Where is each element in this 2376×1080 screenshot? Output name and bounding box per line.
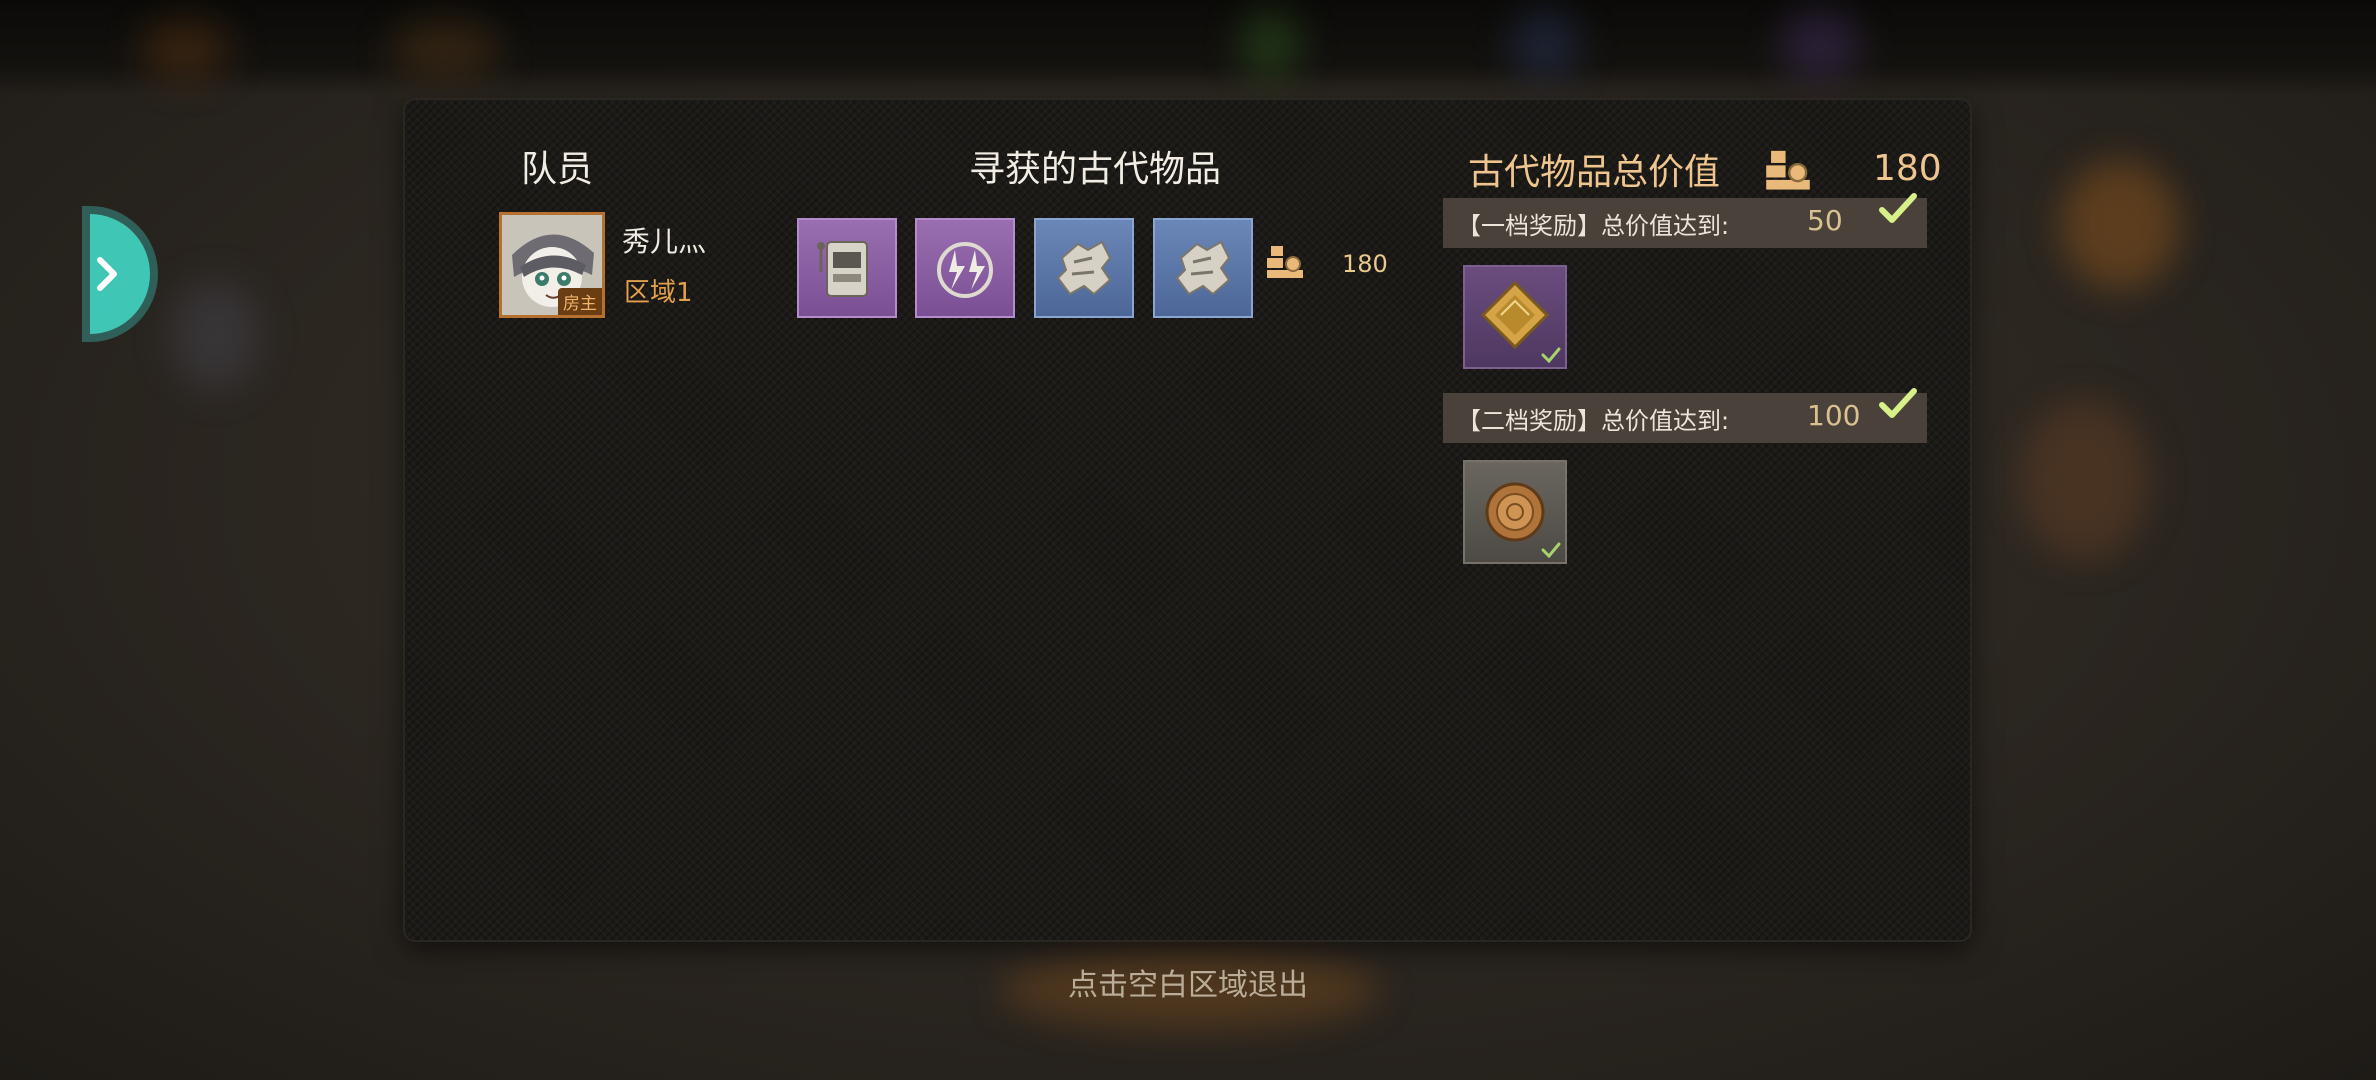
members-header: 队员 — [521, 149, 594, 190]
coin-stack-icon — [1267, 246, 1303, 278]
gear-fragment-icon — [1175, 240, 1231, 296]
tier-1-label: 【一档奖励】总价值达到: — [1457, 211, 1730, 240]
background-decoration — [1240, 10, 1300, 80]
found-item-slot[interactable] — [915, 218, 1015, 318]
background-decoration — [1780, 10, 1860, 80]
found-item-slot[interactable] — [1034, 218, 1134, 318]
check-icon — [1541, 542, 1561, 558]
member-name: 秀儿灬 — [622, 225, 707, 258]
member-zone: 区域1 — [624, 278, 693, 308]
tier-1-threshold: 50 — [1807, 204, 1843, 237]
tier-2-label: 【二档奖励】总价值达到: — [1457, 406, 1730, 435]
tier-2-reward-slot[interactable] — [1463, 460, 1567, 564]
found-items-value: 180 — [1342, 250, 1388, 278]
found-items-header: 寻获的古代物品 — [969, 149, 1222, 190]
top-bar-background — [0, 0, 2376, 95]
background-decoration — [1510, 10, 1580, 80]
tier-1-reward-slot[interactable] — [1463, 265, 1567, 369]
tier-2-threshold: 100 — [1807, 399, 1861, 432]
background-decoration — [2060, 160, 2180, 290]
chevron-right-icon — [97, 257, 117, 291]
host-badge: 房主 — [558, 288, 602, 315]
slot-machine-icon — [817, 241, 868, 297]
check-icon — [1879, 193, 1917, 223]
background-decoration — [2020, 400, 2150, 560]
tier-2-bar: 【二档奖励】总价值达到: 100 — [1443, 388, 1927, 443]
lightning-icon — [937, 242, 993, 298]
background-decoration — [140, 20, 230, 80]
avatar[interactable]: 房主 — [499, 212, 605, 318]
background-decoration — [170, 280, 260, 390]
total-value: 180 — [1873, 148, 1942, 189]
side-expand-button[interactable] — [90, 214, 150, 334]
found-item-slot[interactable] — [1153, 218, 1253, 318]
check-icon — [1541, 347, 1561, 363]
background-decoration — [390, 20, 500, 80]
total-value-title: 古代物品总价值 — [1468, 152, 1721, 193]
found-item-slot[interactable] — [797, 218, 897, 318]
tier-1-bar: 【一档奖励】总价值达到: 50 — [1443, 193, 1927, 248]
check-icon — [1879, 388, 1917, 418]
coin-stack-icon — [1766, 150, 1810, 190]
gear-fragment-icon — [1056, 240, 1112, 296]
exit-hint[interactable]: 点击空白区域退出 — [900, 960, 1476, 1004]
